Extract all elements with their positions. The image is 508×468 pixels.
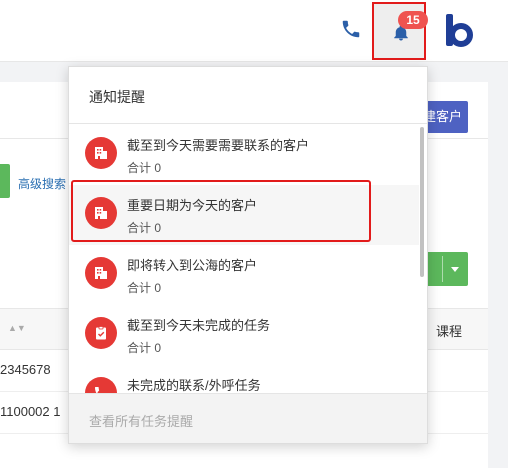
search-button[interactable] xyxy=(0,164,10,198)
dropdown-title: 通知提醒 xyxy=(89,89,145,105)
notification-item-important-date[interactable]: 重要日期为今天的客户 合计 0 xyxy=(69,185,419,245)
notification-count: 合计 0 xyxy=(127,161,162,175)
notification-item-contact-due[interactable]: 截至到今天需要需要联系的客户 合计 0 xyxy=(69,125,419,185)
phone-icon[interactable] xyxy=(340,18,362,40)
table-cell-phone: 1100002 1 xyxy=(0,404,61,419)
top-navbar: 15 xyxy=(0,0,508,62)
chevron-down-icon[interactable] xyxy=(451,267,459,272)
column-header-course[interactable]: 课程 xyxy=(436,321,462,340)
notification-count: 合计 0 xyxy=(127,281,162,295)
notification-count: 合计 0 xyxy=(127,221,162,235)
table-cell-phone: 2345678 xyxy=(0,362,51,377)
view-all-reminders-label: 查看所有任务提醒 xyxy=(89,414,194,429)
advanced-search-link[interactable]: 高级搜索 xyxy=(18,175,66,192)
brand-logo[interactable] xyxy=(444,12,474,48)
clipboard-icon xyxy=(85,317,117,349)
split-divider xyxy=(442,256,443,282)
notification-count: 合计 0 xyxy=(127,341,162,355)
sort-icon[interactable]: ▲▼ xyxy=(8,323,26,333)
notification-bell-button[interactable]: 15 xyxy=(372,2,428,60)
notification-title: 重要日期为今天的客户 xyxy=(127,198,258,213)
notification-title: 未完成的联系/外呼任务 xyxy=(127,378,261,393)
notification-count-badge: 15 xyxy=(398,11,428,29)
view-all-reminders-button[interactable]: 查看所有任务提醒 xyxy=(69,393,427,443)
building-icon xyxy=(85,137,117,169)
building-icon xyxy=(85,197,117,229)
notification-item-public-pool[interactable]: 即将转入到公海的客户 合计 0 xyxy=(69,245,419,305)
divider xyxy=(69,123,427,124)
building-icon xyxy=(85,257,117,289)
notification-dropdown: 通知提醒 截至到今天需要需要联系的客户 合计 0 重要日期为今天的客户 合计 0… xyxy=(68,66,428,444)
dropdown-scrollbar[interactable] xyxy=(420,127,424,277)
notification-title: 截至到今天未完成的任务 xyxy=(127,318,271,333)
notification-title: 即将转入到公海的客户 xyxy=(127,258,258,273)
notification-item-unfinished-tasks[interactable]: 截至到今天未完成的任务 合计 0 xyxy=(69,305,419,365)
notification-title: 截至到今天需要需要联系的客户 xyxy=(127,138,310,153)
